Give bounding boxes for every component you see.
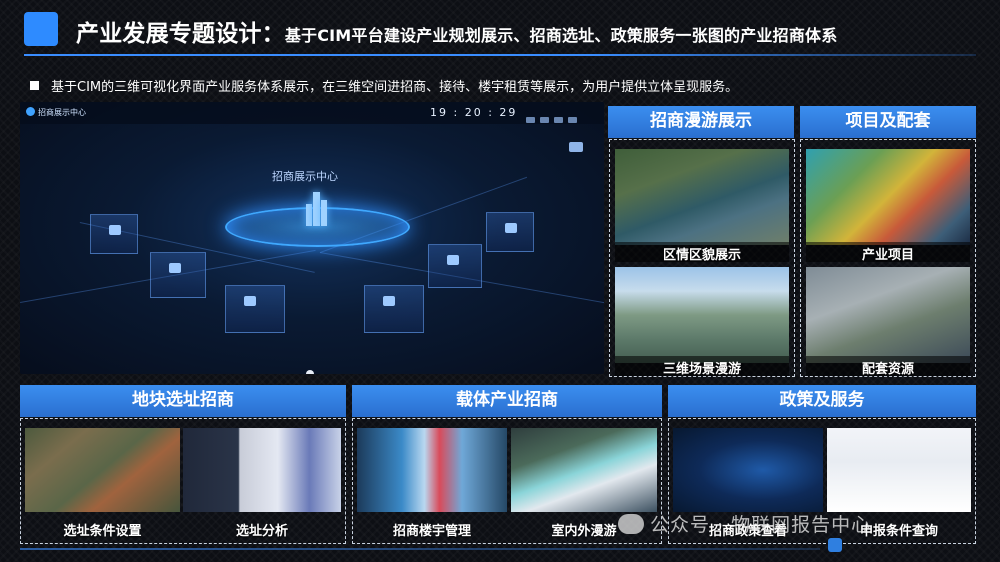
panel-carrier-title: 载体产业招商 — [352, 385, 662, 417]
panel-project-title: 项目及配套 — [800, 106, 976, 138]
hero-menu-node[interactable] — [364, 285, 424, 333]
footer-divider — [20, 548, 820, 550]
hero-menu-node[interactable] — [150, 252, 206, 298]
hero-menu-node[interactable] — [428, 244, 482, 288]
header-square-icon — [24, 12, 58, 46]
aqi-icon — [554, 117, 563, 123]
carrier-roaming-thumbnail[interactable] — [511, 428, 657, 512]
roam-caption-2: 三维场景漫游 — [662, 362, 741, 377]
panel-policy-title: 政策及服务 — [668, 385, 976, 417]
hero-center-label: 招商展示中心 — [272, 170, 338, 183]
hero-topbar: 招商展示中心 19 : 20 : 29 — [20, 102, 604, 124]
roam-caption-1: 区情区貌展示 — [662, 248, 741, 263]
footer-logo-icon — [828, 538, 842, 552]
header-divider — [24, 54, 976, 56]
node-icon — [244, 296, 256, 306]
hero-pager-dot[interactable] — [306, 370, 314, 374]
land-caption-1: 选址条件设置 — [63, 524, 142, 539]
land-caption-2: 选址分析 — [235, 524, 288, 539]
hero-menu-node[interactable] — [486, 212, 534, 252]
hero-menu-node[interactable] — [225, 285, 285, 333]
bullet-text: 基于CIM的三维可视化界面产业服务体系展示，在三维空间进招商、接待、楼宇租赁等展… — [30, 76, 738, 95]
panel-roam-title: 招商漫游展示 — [608, 106, 794, 138]
node-icon — [505, 223, 517, 233]
land-condition-thumbnail[interactable] — [25, 428, 180, 512]
watermark: 公众号 · 物联网报告中心 — [618, 510, 871, 537]
node-icon — [109, 225, 121, 235]
hero-app-title: 招商展示中心 — [26, 107, 86, 118]
project-caption-2: 配套资源 — [861, 362, 914, 377]
node-icon — [169, 263, 181, 273]
humidity-icon — [568, 117, 577, 123]
land-analysis-thumbnail[interactable] — [183, 428, 341, 512]
policy-view-thumbnail[interactable] — [673, 428, 823, 512]
hero-screenshot: 招商展示中心 19 : 20 : 29 招商展示中心 — [20, 102, 604, 374]
bullet-square-icon — [30, 81, 39, 90]
hero-clock: 19 : 20 : 29 — [430, 106, 518, 119]
temp-icon — [540, 117, 549, 123]
roam-terrain-thumbnail[interactable] — [615, 149, 789, 245]
carrier-building-thumbnail[interactable] — [357, 428, 507, 512]
hero-tower-icon — [302, 190, 330, 226]
camera-icon[interactable] — [569, 142, 583, 152]
header: 产业发展专题设计：基于CIM平台建设产业规划展示、招商选址、政策服务一张图的产业… — [0, 0, 1000, 60]
weather-icon — [526, 117, 535, 123]
footer-logo — [828, 537, 978, 553]
wechat-icon — [618, 514, 644, 534]
carrier-caption-1: 招商楼宇管理 — [392, 524, 471, 539]
panel-land-title: 地块选址招商 — [20, 385, 346, 417]
hero-status-icons — [526, 108, 596, 123]
roam-3d-scene-thumbnail[interactable] — [615, 267, 789, 363]
app-logo-icon — [26, 107, 35, 116]
policy-apply-thumbnail[interactable] — [827, 428, 971, 512]
project-resource-thumbnail[interactable] — [806, 267, 970, 363]
hero-menu-node[interactable] — [90, 214, 138, 254]
node-icon — [383, 296, 395, 306]
node-icon — [447, 255, 459, 265]
page-title: 产业发展专题设计：基于CIM平台建设产业规划展示、招商选址、政策服务一张图的产业… — [76, 21, 838, 47]
project-map-thumbnail[interactable] — [806, 149, 970, 245]
project-caption-1: 产业项目 — [861, 248, 914, 263]
